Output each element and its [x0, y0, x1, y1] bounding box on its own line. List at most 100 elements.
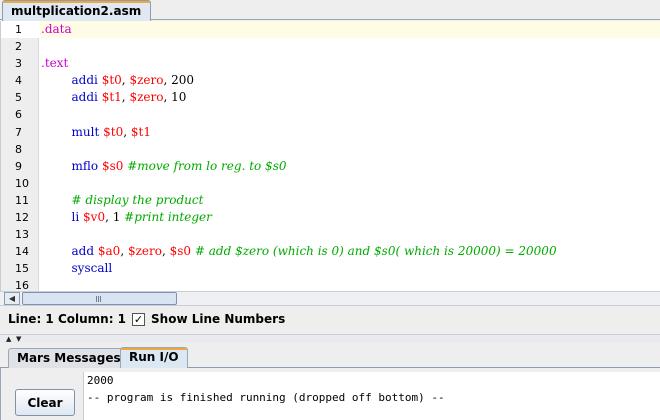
code-line[interactable]: 4 addi $t0, $zero, 200	[1, 72, 660, 89]
scrollbar-thumb[interactable]	[22, 292, 177, 305]
messages-tab-strip: Mars Messages Run I/O	[0, 346, 660, 369]
show-line-numbers-checkbox[interactable]: ✓	[132, 312, 146, 326]
code-token: ,	[161, 244, 170, 259]
code-line[interactable]: 14 add $a0, $zero, $s0 # add $zero (whic…	[1, 243, 660, 260]
cursor-position: Line: 1 Column: 1	[8, 312, 127, 326]
editor-tab-strip: multplication2.asm	[0, 0, 660, 21]
code-token: $t1	[101, 90, 122, 105]
tab-mars-messages[interactable]: Mars Messages	[8, 348, 130, 368]
code-text[interactable]: .text	[40, 55, 660, 72]
code-token: .text	[41, 56, 69, 71]
line-number: 14	[15, 245, 29, 259]
code-token: , 200	[163, 73, 195, 88]
editor-status-bar: Line: 1 Column: 1 ✓ Show Line Numbers	[0, 307, 660, 331]
line-number: 12	[15, 211, 29, 225]
code-line[interactable]: 3 .text	[1, 55, 660, 72]
code-token: $zero	[129, 90, 164, 105]
line-number: 8	[15, 142, 22, 156]
line-number: 5	[15, 91, 22, 105]
code-token: # add $zero (which is 0) and $s0( which …	[194, 244, 557, 259]
editor-horizontal-scrollbar[interactable]: ◀	[0, 291, 660, 306]
tab-run-io[interactable]: Run I/O	[120, 347, 188, 369]
line-number: 15	[15, 262, 29, 276]
code-text[interactable]: mflo $s0 #move from lo reg. to $s0	[40, 158, 660, 175]
code-text[interactable]: # display the product	[40, 192, 660, 209]
panel-splitter[interactable]: ▲ ▼	[0, 334, 660, 343]
code-line[interactable]: 1 .data	[1, 21, 660, 39]
code-line[interactable]: 15 syscall	[1, 260, 660, 277]
line-number: 3	[15, 57, 22, 71]
code-line[interactable]: 11 # display the product	[1, 192, 660, 209]
code-line[interactable]: 8	[1, 141, 660, 158]
code-text[interactable]: syscall	[40, 260, 660, 277]
code-token: .data	[41, 22, 72, 36]
code-lines[interactable]: 1 .data 2 3 .text 4 addi $t0, $zero, 200 5 add…	[1, 21, 660, 291]
file-tab-multplication2[interactable]: multplication2.asm	[2, 0, 152, 21]
code-token: add	[71, 244, 95, 259]
arrow-up-icon[interactable]: ▲	[6, 335, 11, 343]
code-token: addi	[71, 90, 98, 105]
code-line[interactable]: 2	[1, 38, 660, 55]
code-token: , 10	[163, 90, 187, 105]
code-token: syscall	[71, 261, 113, 276]
code-token: # display the product	[71, 192, 204, 207]
code-token: ,	[120, 244, 128, 259]
check-icon: ✓	[133, 312, 144, 326]
show-line-numbers-label[interactable]: Show Line Numbers	[151, 312, 285, 326]
scrollbar-grip	[96, 296, 101, 302]
code-text[interactable]: mult $t0, $t1	[40, 124, 660, 141]
code-token: #print integer	[124, 210, 212, 225]
line-number: 4	[15, 74, 22, 88]
code-line[interactable]: 7 mult $t0, $t1	[1, 124, 660, 141]
line-number: 16	[15, 279, 29, 291]
line-number: 6	[15, 108, 22, 122]
code-editor[interactable]: 1 .data 2 3 .text 4 addi $t0, $zero, 200 5 add…	[0, 21, 660, 291]
run-io-panel: Clear 2000 -- program is finished runnin…	[0, 368, 660, 420]
code-token: ,	[123, 124, 131, 139]
code-token: $zero	[127, 244, 162, 259]
code-line[interactable]: 16	[1, 277, 660, 291]
code-token: , 1	[105, 210, 125, 225]
line-number: 9	[15, 159, 22, 173]
line-number: 10	[15, 176, 29, 190]
code-line[interactable]: 5 addi $t1, $zero, 10	[1, 89, 660, 106]
line-number: 11	[15, 193, 29, 207]
clear-button[interactable]: Clear	[15, 389, 75, 416]
line-number: 13	[15, 228, 29, 242]
line-number: 7	[15, 125, 22, 139]
code-token: $a0	[97, 244, 121, 259]
code-token: #move from lo reg. to $s0	[127, 158, 287, 173]
code-token: $t0	[103, 124, 124, 139]
code-text[interactable]: li $v0, 1 #print integer	[40, 209, 660, 226]
code-line[interactable]: 6	[1, 106, 660, 123]
code-token: addi	[71, 73, 98, 88]
code-line[interactable]: 10	[1, 175, 660, 192]
arrow-down-icon[interactable]: ▼	[16, 335, 21, 343]
code-token: $s0	[101, 158, 124, 173]
code-token: $t1	[130, 124, 151, 139]
code-line[interactable]: 12 li $v0, 1 #print integer	[1, 209, 660, 226]
code-text[interactable]: addi $t1, $zero, 10	[40, 89, 660, 106]
code-text[interactable]: add $a0, $zero, $s0 # add $zero (which i…	[40, 243, 660, 260]
code-token: $v0	[83, 210, 106, 225]
code-token: $zero	[129, 73, 164, 88]
run-io-output[interactable]: 2000 -- program is finished running (dro…	[83, 372, 660, 420]
code-token: mult	[71, 124, 100, 139]
code-token: mflo	[71, 158, 99, 173]
line-number: 1	[15, 23, 22, 36]
arrow-left-icon[interactable]: ◀	[4, 292, 20, 305]
line-number: 2	[15, 40, 22, 54]
code-token: $s0	[169, 244, 192, 259]
code-line[interactable]: 9 mflo $s0 #move from lo reg. to $s0	[1, 158, 660, 175]
code-text[interactable]: .data	[40, 21, 660, 39]
code-text[interactable]: addi $t0, $zero, 200	[40, 72, 660, 89]
code-line[interactable]: 13	[1, 226, 660, 243]
